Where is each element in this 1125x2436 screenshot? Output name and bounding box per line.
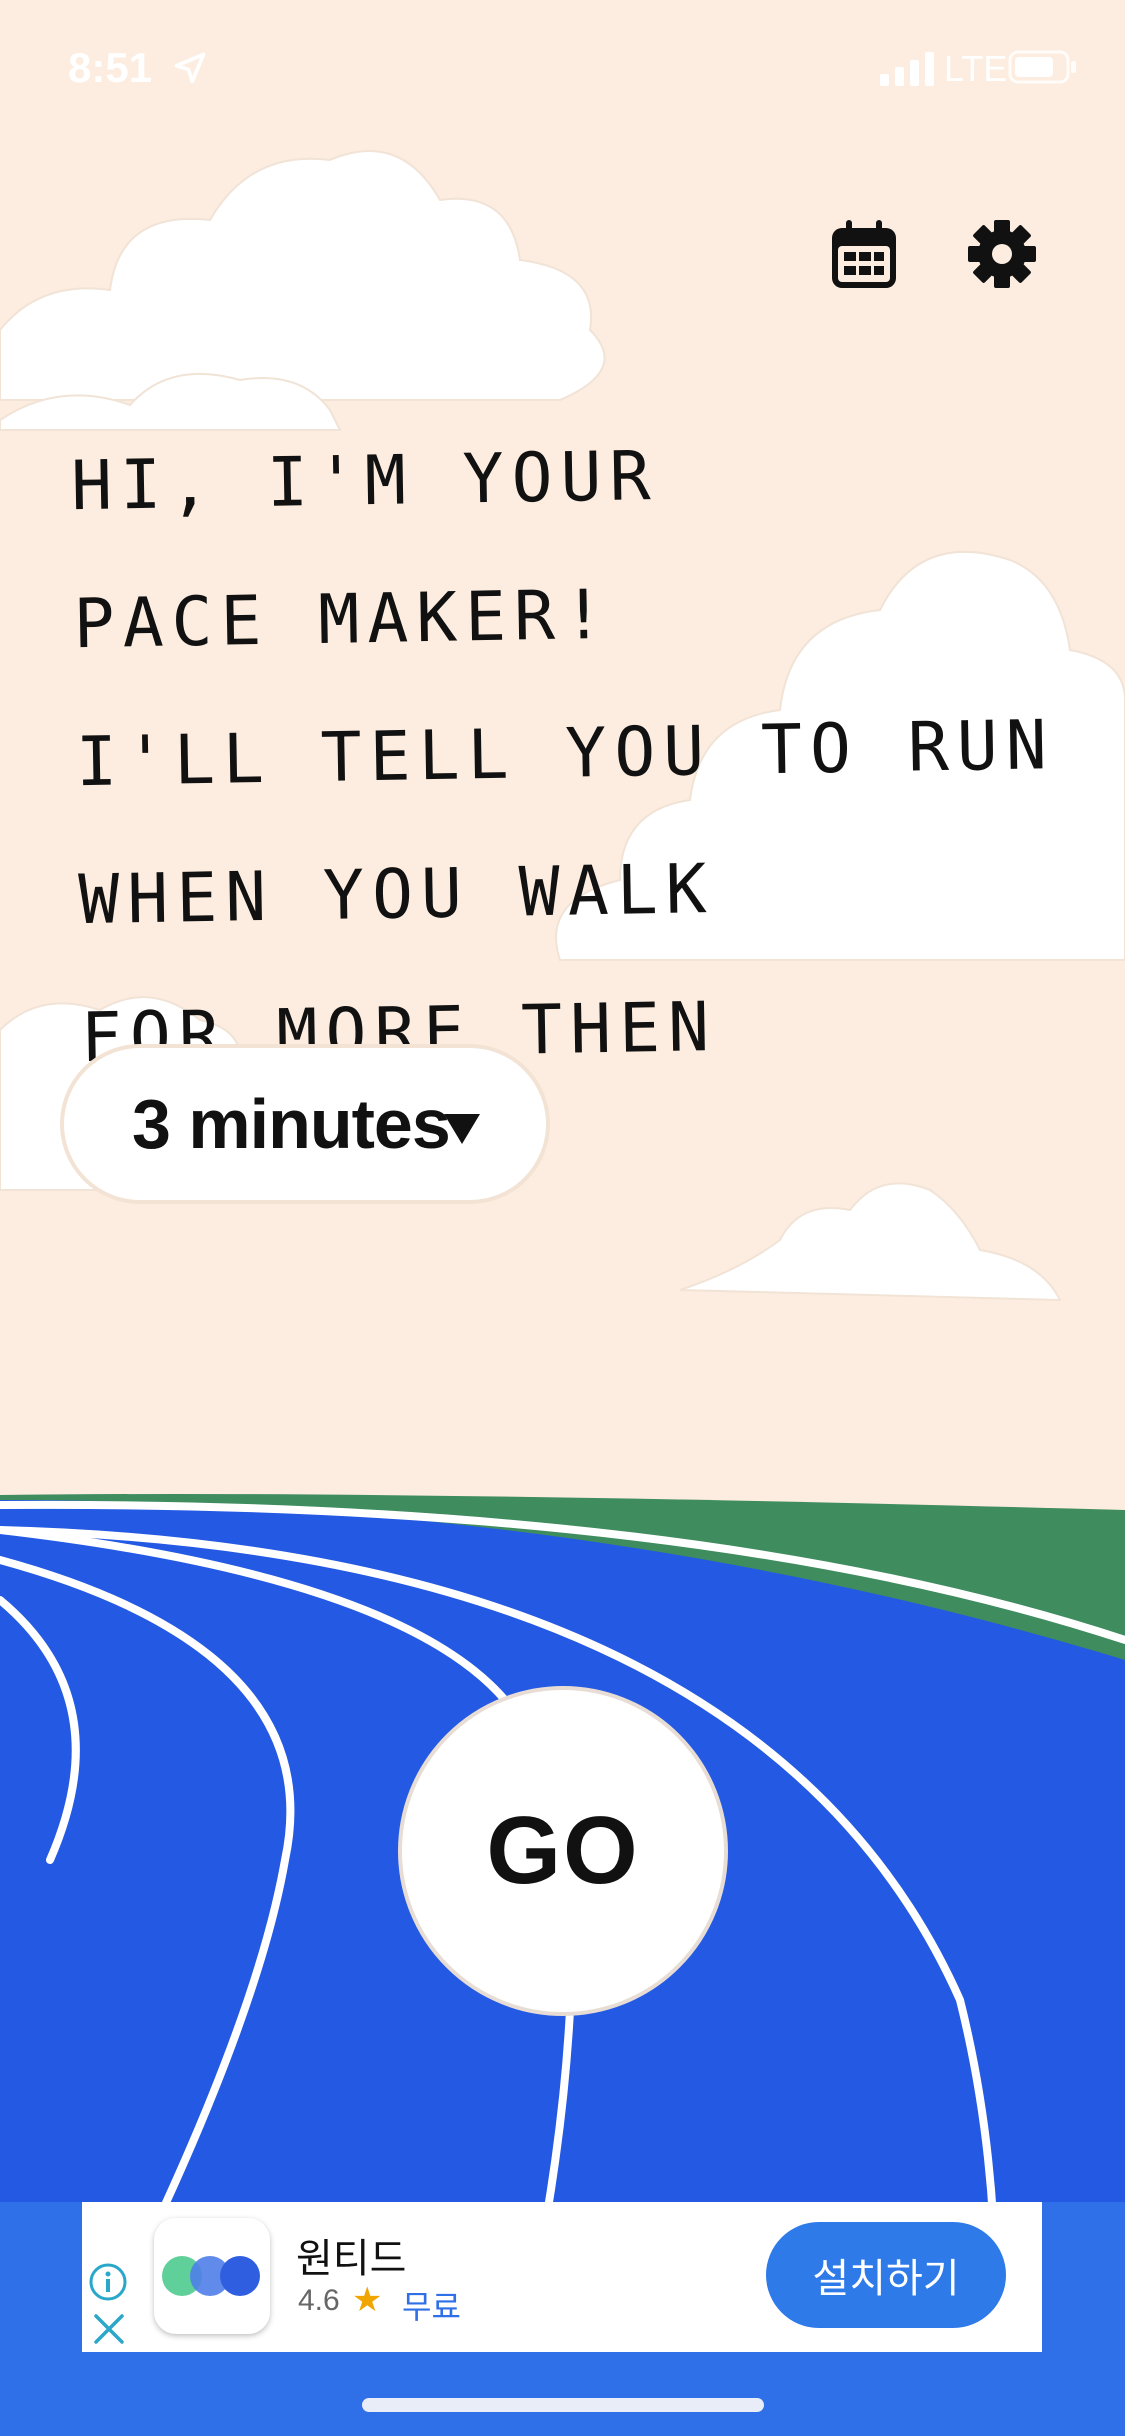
go-button-label: GO: [486, 1797, 640, 1904]
message-line: HI, I'M YOUR: [70, 437, 660, 527]
duration-dropdown[interactable]: 3 minutes: [60, 1044, 550, 1204]
location-arrow-icon: [174, 52, 206, 84]
status-bar: 8:51 LTE: [0, 0, 1125, 130]
install-button[interactable]: 설치하기: [766, 2222, 1006, 2328]
star-icon: ★: [352, 2280, 383, 2320]
message-line: PACE MAKER!: [72, 575, 613, 665]
message-line: WHEN YOU WALK: [77, 850, 716, 941]
network-label: LTE: [944, 48, 1008, 89]
ad-app-icon[interactable]: [154, 2218, 270, 2334]
status-time: 8:51: [68, 44, 153, 91]
settings-button[interactable]: [962, 214, 1042, 294]
wanted-logo-icon: [162, 2256, 260, 2296]
close-icon[interactable]: [92, 2312, 126, 2346]
calendar-icon: [832, 220, 896, 288]
info-icon[interactable]: [88, 2262, 128, 2302]
duration-value: 3 minutes: [132, 1085, 451, 1163]
calendar-button[interactable]: [824, 214, 904, 294]
pacemaker-message: HI, I'M YOUR PACE MAKER! I'LL TELL YOU T…: [70, 402, 1056, 1108]
ad-rating: 4.6: [298, 2284, 340, 2317]
battery-icon: [1008, 50, 1076, 84]
message-line: I'LL TELL YOU TO RUN: [75, 706, 1056, 803]
background-scene: [0, 0, 1125, 2436]
go-button[interactable]: GO: [398, 1686, 728, 2016]
home-indicator[interactable]: [362, 2398, 764, 2412]
gear-icon: [968, 220, 1036, 288]
triangle-down-icon: [444, 1114, 480, 1144]
ad-app-name: 원티드: [296, 2236, 407, 2282]
signal-bars-icon: [880, 52, 934, 86]
ad-price: 무료: [402, 2288, 461, 2326]
